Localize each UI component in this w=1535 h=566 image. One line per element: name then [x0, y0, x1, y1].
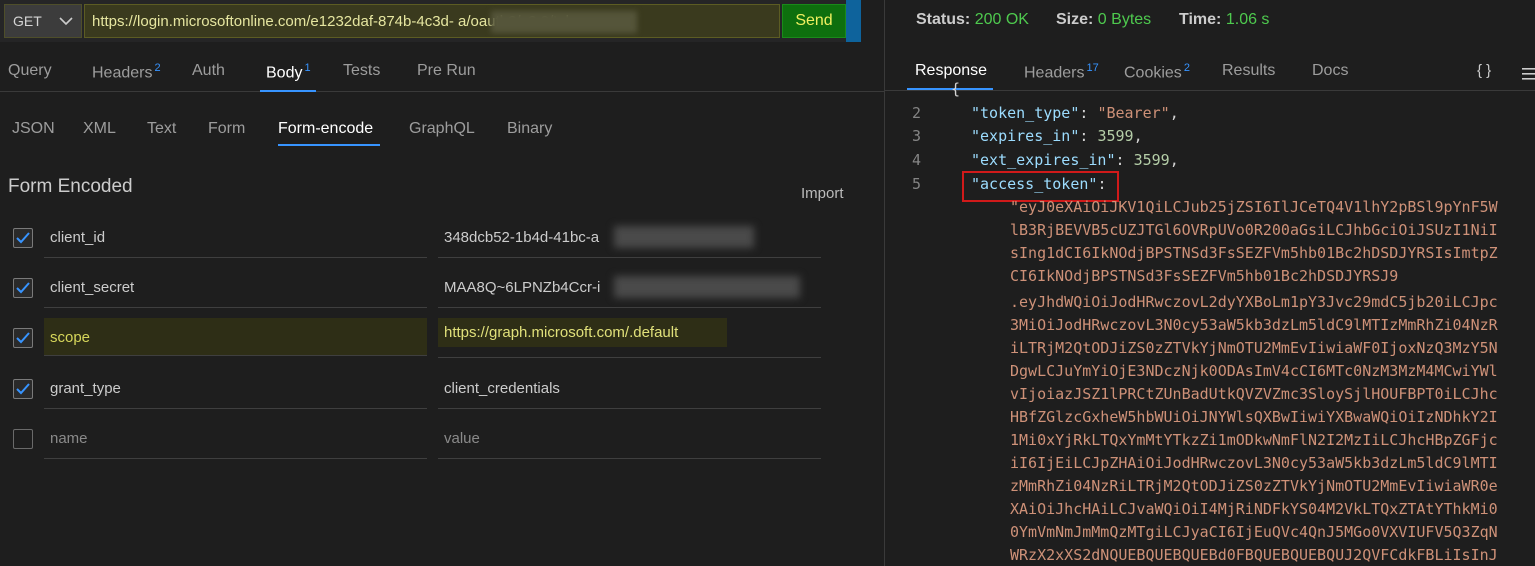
- value-redaction: [614, 226, 754, 248]
- tab-form-encode[interactable]: Form-encode: [278, 120, 373, 138]
- tab-graphql[interactable]: GraphQL: [409, 120, 475, 138]
- access-token-line: zMmRhZi04NzRiLTRjM2QtODJiZS0zZTVkYjNmOTU…: [1010, 477, 1498, 495]
- request-pane: GET https://login.microsoftonline.com/e1…: [0, 0, 884, 566]
- code-line: "ext_expires_in": 3599,: [971, 151, 1179, 169]
- method-select[interactable]: GET: [4, 4, 82, 38]
- tab-text[interactable]: Text: [147, 120, 176, 138]
- tab-xml[interactable]: XML: [83, 120, 116, 138]
- access-token-line: 0YmVmNmJmMmQzMTgiLCJyaCI6IjEuQVc4QnJ5MGo…: [1010, 523, 1498, 541]
- access-token-line: .eyJhdWQiOiJodHRwczovL2dyYXBoLm1pY3Jvc29…: [1010, 293, 1498, 311]
- line-number: 2: [911, 104, 921, 122]
- access-token-line: DgwLCJuYmYiOjE3NDczNjk0ODAsImV4cCI6MTc0N…: [1010, 362, 1498, 380]
- form-row: client_secret MAA8Q~6LPNZb4Ccr-i: [0, 268, 884, 308]
- format-json-button[interactable]: { }: [1477, 62, 1491, 79]
- value-field[interactable]: value: [438, 419, 821, 459]
- checkmark-icon: [16, 383, 30, 395]
- row-checkbox[interactable]: [13, 278, 33, 298]
- tab-active-indicator: [260, 90, 316, 92]
- tab-form[interactable]: Form: [208, 120, 245, 138]
- form-row: scope https://graph.microsoft.com/.defau…: [0, 318, 884, 358]
- access-token-line: XAiOiJhcHAiLCJvaWQiOiI4MjRiNDFkYS04M2VkL…: [1010, 500, 1498, 518]
- url-bar: GET https://login.microsoftonline.com/e1…: [0, 0, 861, 42]
- access-token-line: 1Mi0xYjRkLTQxYmMtYTkzZi1mODkwNmFlN2I2MzI…: [1010, 431, 1498, 449]
- form-row: name value: [0, 419, 884, 459]
- value-field[interactable]: client_credentials: [438, 369, 821, 409]
- body-tab-active-indicator: [278, 144, 380, 146]
- checkmark-icon: [16, 332, 30, 344]
- tab-tests[interactable]: Tests: [343, 62, 380, 80]
- tab-query[interactable]: Query: [8, 62, 52, 80]
- tab-response-headers[interactable]: Headers 17: [1024, 62, 1099, 82]
- response-tabs-divider: [885, 90, 1535, 91]
- tab-pre-run[interactable]: Pre Run: [417, 62, 476, 80]
- tab-body[interactable]: Body 1: [266, 62, 311, 82]
- tab-cookies[interactable]: Cookies 2: [1124, 62, 1190, 82]
- access-token-line: lB3RjBEVVB5cUZJTGl6OVRpUVo0R200aGsiLCJhb…: [1010, 221, 1498, 239]
- access-token-line: HBfZGlzcGxheW5hbWUiOiJNYWlsQXBwIiwiYXBwa…: [1010, 408, 1498, 426]
- access-token-line: vIjoiazJSZ1lPRCtZUnBadUtkQVZVZmc3SloySjl…: [1010, 385, 1498, 403]
- tab-response[interactable]: Response: [915, 62, 987, 80]
- row-checkbox[interactable]: [13, 429, 33, 449]
- request-tabs: Query Headers 2 Auth Body 1 Tests Pre Run: [0, 50, 884, 92]
- row-checkbox[interactable]: [13, 328, 33, 348]
- access-token-line: iI6IjEiLCJpZHAiOiJodHRwczovL3N0cy53aW5kb…: [1010, 454, 1498, 472]
- value-field[interactable]: https://graph.microsoft.com/.default: [438, 318, 821, 358]
- size-readout: Size: 0 Bytes: [1056, 11, 1152, 28]
- line-number: 4: [911, 151, 921, 169]
- line-number: 3: [911, 127, 921, 145]
- tab-docs[interactable]: Docs: [1312, 62, 1348, 80]
- key-field[interactable]: client_secret: [44, 268, 427, 308]
- url-redaction: [491, 11, 637, 33]
- tab-headers[interactable]: Headers 2: [92, 62, 161, 82]
- url-input[interactable]: https://login.microsoftonline.com/e1232d…: [84, 4, 780, 38]
- access-token-line: "eyJ0eXAiOiJKV1QiLCJub25jZSI6IlJCeTQ4V1l…: [1010, 198, 1498, 216]
- access-token-line: CI6IkNOdjBPSTNSd3FsSEZFVm5hb01Bc2hDSDJYR…: [1010, 267, 1399, 285]
- tab-binary[interactable]: Binary: [507, 120, 552, 138]
- status-readout: Status: 200 OK: [916, 11, 1029, 28]
- access-token-line: sIng1dCI6IkNOdjBPSTNSd3FsSEZFVm5hb01Bc2h…: [1010, 244, 1498, 262]
- checkmark-icon: [16, 282, 30, 294]
- line-number: 5: [911, 175, 921, 193]
- code-line: "expires_in": 3599,: [971, 127, 1143, 145]
- tab-json[interactable]: JSON: [12, 120, 55, 138]
- key-field[interactable]: scope: [44, 318, 427, 356]
- code-line: "token_type": "Bearer",: [971, 104, 1179, 122]
- row-checkbox[interactable]: [13, 379, 33, 399]
- menu-icon[interactable]: [1522, 68, 1535, 80]
- form-row: grant_type client_credentials: [0, 369, 884, 409]
- response-pane: Status: 200 OK Size: 0 Bytes Time: 1.06 …: [885, 0, 1535, 566]
- send-button[interactable]: Send: [782, 4, 846, 38]
- tab-results[interactable]: Results: [1222, 62, 1275, 80]
- value-field[interactable]: 348dcb52-1b4d-41bc-a: [438, 218, 821, 258]
- chevron-down-icon: [59, 17, 73, 26]
- import-button[interactable]: Import: [801, 185, 844, 202]
- form-title: Form Encoded: [8, 176, 133, 197]
- send-button-edge[interactable]: [846, 0, 861, 42]
- value-redaction: [614, 276, 800, 298]
- value-field[interactable]: MAA8Q~6LPNZb4Ccr-i: [438, 268, 821, 308]
- key-field[interactable]: grant_type: [44, 369, 427, 409]
- access-token-line: WRzX2xXS2dNQUEBQUEBQUEBd0FBQUEBQUEBQUJ2Q…: [1010, 546, 1498, 564]
- access-token-line: 3MiOiJodHRwczovL3N0cy53aW5kb3dzLm5ldC9lM…: [1010, 316, 1498, 334]
- checkmark-icon: [16, 232, 30, 244]
- tab-auth[interactable]: Auth: [192, 62, 225, 80]
- key-field[interactable]: name: [44, 419, 427, 459]
- access-token-line: iLTRjM2QtODJiZS0zZTVkYjNmOTU2MmEvIiwiaWF…: [1010, 339, 1498, 357]
- form-row: client_id 348dcb52-1b4d-41bc-a: [0, 218, 884, 258]
- code-open-brace: {: [951, 80, 961, 98]
- row-checkbox[interactable]: [13, 228, 33, 248]
- method-label: GET: [13, 13, 42, 29]
- key-field[interactable]: client_id: [44, 218, 427, 258]
- time-readout: Time: 1.06 s: [1179, 11, 1270, 28]
